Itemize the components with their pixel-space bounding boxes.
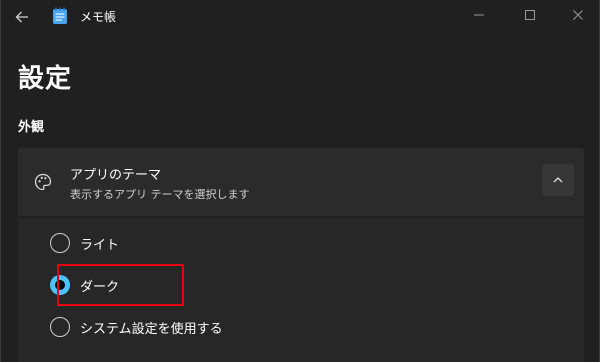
- radio-button[interactable]: [50, 233, 70, 253]
- app-theme-description: 表示するアプリ テーマを選択します: [70, 188, 250, 201]
- notepad-icon: [53, 7, 67, 24]
- maximize-button[interactable]: [507, 0, 553, 30]
- window-border-left: [0, 0, 1, 362]
- app-theme-title: アプリのテーマ: [70, 168, 162, 183]
- section-title: 外観: [18, 120, 45, 135]
- back-button[interactable]: [10, 6, 34, 28]
- theme-option-label: ライト: [80, 237, 120, 253]
- chevron-up-icon: [553, 177, 563, 183]
- theme-option-system[interactable]: システム設定を使用する: [50, 314, 223, 340]
- minimize-button[interactable]: [456, 0, 502, 30]
- theme-option-light[interactable]: ライト: [50, 230, 119, 256]
- annotation-highlight-box: [57, 264, 184, 306]
- radio-button[interactable]: [50, 317, 70, 337]
- maximize-icon: [525, 10, 535, 20]
- back-arrow-icon: [15, 11, 28, 23]
- close-icon: [573, 10, 583, 20]
- theme-option-label: システム設定を使用する: [80, 321, 223, 337]
- palette-icon: [34, 173, 52, 191]
- collapse-button[interactable]: [542, 164, 574, 196]
- title-bar: メモ帳: [0, 0, 600, 34]
- close-button[interactable]: [555, 0, 600, 30]
- minimize-icon: [474, 14, 484, 16]
- app-theme-expander-header[interactable]: アプリのテーマ 表示するアプリ テーマを選択します: [18, 148, 584, 216]
- window-title: メモ帳: [80, 10, 117, 24]
- page-title: 設定: [18, 64, 73, 94]
